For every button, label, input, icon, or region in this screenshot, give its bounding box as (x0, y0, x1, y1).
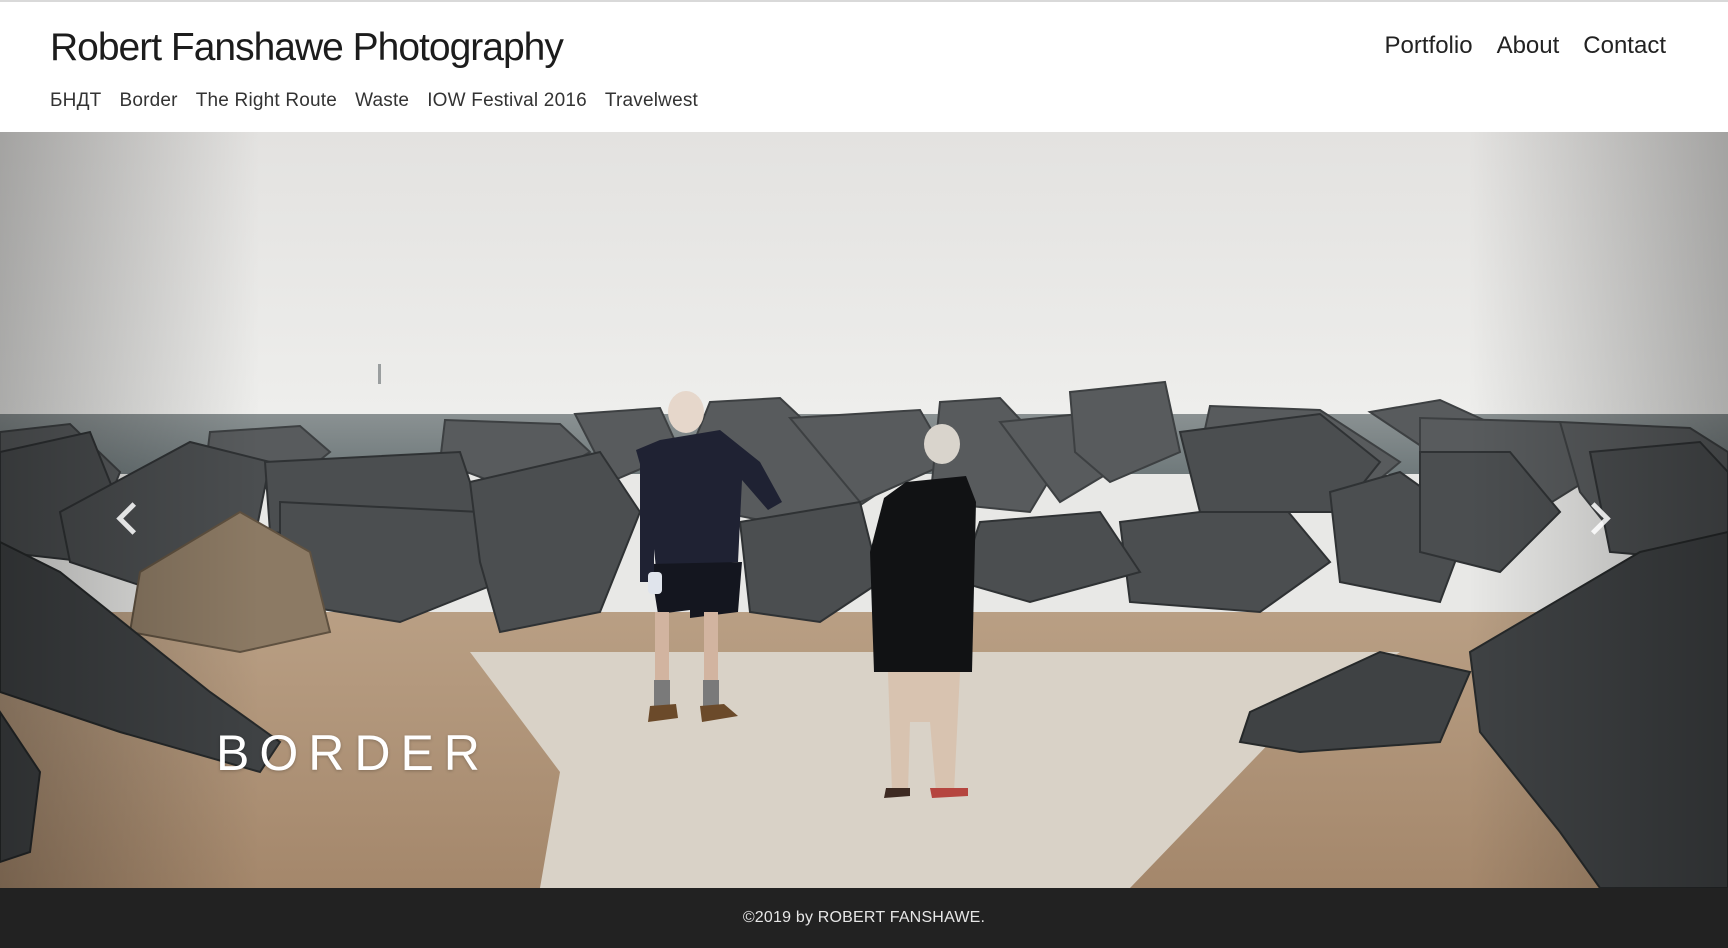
project-link-bndt[interactable]: БНДТ (50, 90, 101, 112)
project-link-border[interactable]: Border (119, 90, 177, 112)
chevron-right-icon (1577, 501, 1611, 535)
slideshow-prev-button[interactable] (112, 488, 152, 548)
project-nav: БНДТ Border The Right Route Waste IOW Fe… (50, 90, 698, 112)
slide-title[interactable]: BORDER (216, 724, 490, 782)
project-link-waste[interactable]: Waste (355, 90, 409, 112)
nav-contact[interactable]: Contact (1583, 32, 1666, 60)
footer-copyright: ©2019 by ROBERT FANSHAWE. (742, 909, 986, 926)
slideshow-next-button[interactable] (1574, 488, 1614, 548)
project-link-the-right-route[interactable]: The Right Route (196, 90, 337, 112)
site-title-link[interactable]: Robert Fanshawe Photography (50, 26, 564, 70)
chevron-left-icon (115, 501, 149, 535)
project-link-iow-festival[interactable]: IOW Festival 2016 (427, 90, 587, 112)
site-header: Robert Fanshawe Photography Portfolio Ab… (0, 2, 1728, 132)
nav-about[interactable]: About (1497, 32, 1560, 60)
project-link-travelwest[interactable]: Travelwest (605, 90, 698, 112)
nav-portfolio[interactable]: Portfolio (1385, 32, 1473, 60)
site-footer: ©2019 by ROBERT FANSHAWE. (0, 888, 1728, 948)
hero-slideshow: BORDER (0, 132, 1728, 888)
main-nav: Portfolio About Contact (1385, 32, 1666, 60)
